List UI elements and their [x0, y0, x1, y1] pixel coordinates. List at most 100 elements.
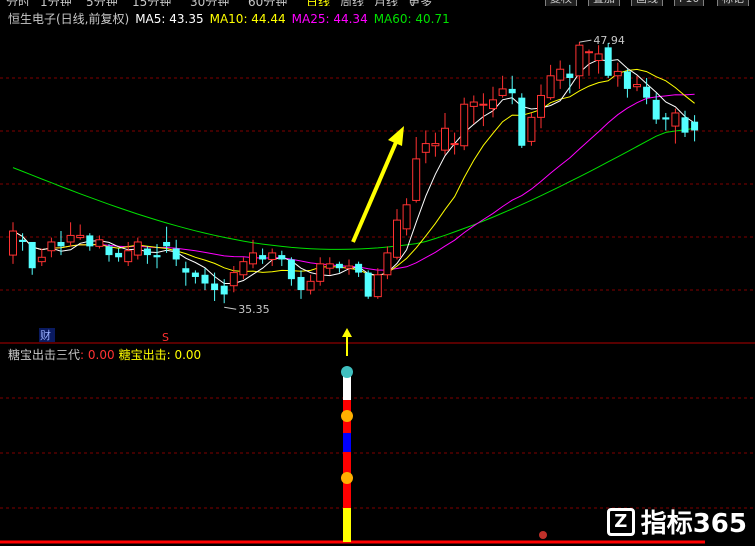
candle-body	[28, 241, 36, 269]
candle-body	[287, 259, 295, 280]
candle-body	[153, 255, 161, 258]
candle-body	[76, 234, 85, 239]
candle-body	[450, 143, 459, 146]
candle-body	[259, 255, 267, 260]
signal-icon-2	[341, 472, 353, 484]
watermark-logo-icon: Z	[606, 507, 635, 536]
candle-body	[691, 121, 699, 131]
signal-arrow-head	[342, 328, 352, 337]
event-icon	[539, 531, 547, 539]
cai-badge: 财	[40, 328, 51, 342]
candle-body	[643, 86, 651, 98]
candle-body	[201, 274, 209, 284]
candle-body	[537, 94, 545, 118]
candle-body	[662, 117, 670, 120]
indicator-bar-seg-3	[343, 452, 351, 470]
candle-body	[546, 75, 555, 99]
ma5-label: MA5: 43.35	[135, 12, 204, 26]
candle-body	[239, 261, 248, 276]
candle-body	[383, 252, 392, 276]
candle-body	[402, 204, 411, 230]
candle-body	[37, 256, 46, 263]
candle-body	[469, 101, 478, 107]
candle-body	[518, 97, 526, 146]
stock-title: 恒生电子(日线,前复权)	[8, 12, 130, 26]
candle-body	[671, 112, 680, 127]
candle-body	[575, 44, 584, 77]
candle-body	[316, 263, 325, 282]
candle-body	[393, 219, 401, 258]
candle-body	[163, 241, 171, 247]
candle-body	[364, 272, 372, 297]
signal-icon-1	[341, 410, 353, 422]
indicator-value1: : 0.00	[80, 348, 115, 362]
candle-body	[556, 68, 565, 81]
watermark: Z 指标365	[606, 503, 747, 540]
candle-body	[441, 127, 449, 151]
candlestick-chart: 47.94 35.35 财 S	[0, 34, 755, 544]
candle-body	[566, 73, 574, 78]
candle-body	[421, 143, 430, 153]
candle-body	[66, 234, 75, 243]
candle-body	[124, 250, 133, 263]
candle-body	[115, 252, 123, 258]
candle-body	[143, 248, 151, 256]
ma60-line	[12, 127, 695, 250]
indicator-bar-seg-5	[343, 508, 351, 542]
candle-body	[585, 51, 593, 54]
candle-body	[229, 272, 238, 287]
candle-body	[297, 276, 305, 291]
indicator-label2: 糖宝出击	[118, 348, 167, 362]
indicator-bar-seg-2	[343, 433, 351, 452]
candle-body	[95, 239, 104, 247]
candle-body	[105, 246, 113, 256]
candle-body	[345, 265, 353, 269]
trend-arrow-head	[388, 126, 404, 146]
candle-body	[47, 241, 56, 252]
s-marker: S	[162, 331, 169, 344]
low-pointer	[224, 306, 237, 310]
candle-body	[412, 158, 421, 201]
candle-body	[220, 285, 228, 295]
candle-body	[594, 53, 603, 61]
candle-body	[57, 241, 65, 247]
ma10-label: MA10: 44.44	[209, 12, 286, 26]
low-label: 35.35	[238, 303, 270, 316]
candle-body	[19, 239, 27, 242]
candle-body	[604, 47, 612, 76]
candle-body	[335, 263, 343, 269]
ma10-line	[12, 68, 695, 277]
signal-icon-0	[341, 366, 353, 378]
candle-body	[681, 117, 689, 133]
candle-body	[172, 248, 180, 260]
candle-body	[373, 274, 382, 298]
candle-body	[489, 99, 497, 110]
candle-body	[652, 99, 660, 120]
ma25-label: MA25: 44.34	[291, 12, 368, 26]
indicator-name: 糖宝出击三代	[8, 348, 81, 362]
candle-body	[355, 263, 363, 273]
candle-body	[191, 272, 199, 277]
candle-body	[623, 71, 631, 89]
high-pointer	[579, 39, 592, 43]
indicator-legend: 糖宝出击三代: 0.00 糖宝出击: 0.00	[8, 346, 205, 363]
candle-body	[249, 252, 257, 265]
candle-body	[508, 88, 516, 94]
candle-body	[527, 116, 536, 142]
candle-body	[498, 88, 507, 96]
high-label: 47.94	[593, 34, 625, 47]
ma25-line	[12, 93, 695, 271]
candle-body	[211, 283, 219, 291]
candle-body	[613, 70, 622, 77]
indicator-value2: : 0.00	[166, 348, 202, 362]
candle-body	[9, 230, 17, 256]
candle-body	[306, 280, 315, 291]
candle-body	[133, 241, 142, 256]
candle-body	[325, 263, 334, 269]
ma5-line	[12, 59, 695, 284]
candle-body	[278, 255, 286, 260]
candle-body	[182, 268, 190, 273]
candle-body	[479, 103, 488, 106]
candle-body	[268, 252, 277, 260]
ma60-label: MA60: 40.71	[373, 12, 450, 26]
